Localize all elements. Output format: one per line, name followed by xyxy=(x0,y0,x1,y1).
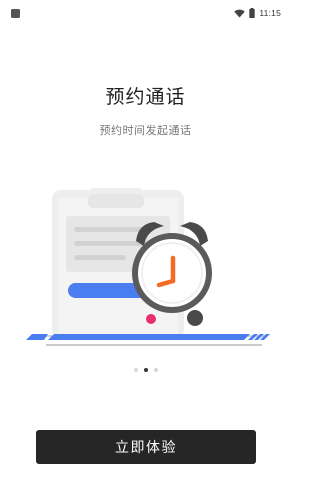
status-bar: 11:15 xyxy=(0,0,291,26)
status-right: 11:15 xyxy=(234,8,281,18)
phone-notch-cut xyxy=(88,194,144,208)
battery-icon xyxy=(249,8,256,18)
wifi-icon xyxy=(234,9,246,18)
try-now-button[interactable]: 立即体验 xyxy=(36,430,256,464)
pink-dot xyxy=(146,314,156,324)
status-time: 11:15 xyxy=(259,8,281,18)
page-dot-1[interactable] xyxy=(133,368,138,372)
page-dot-3[interactable] xyxy=(153,368,158,372)
phone-alarm-illustration xyxy=(26,188,270,346)
onboarding-screen: 11:15 预约通话 预约时间发起通话 立即体验 xyxy=(0,0,291,487)
page-dot-2-active[interactable] xyxy=(143,368,148,372)
page-indicator xyxy=(0,367,291,373)
illustration xyxy=(18,186,274,348)
ground-stripe-blue xyxy=(26,334,48,340)
page-title: 预约通话 xyxy=(105,86,186,108)
page-subtitle: 预约时间发起通话 xyxy=(99,124,192,137)
notification-icon xyxy=(11,8,20,18)
